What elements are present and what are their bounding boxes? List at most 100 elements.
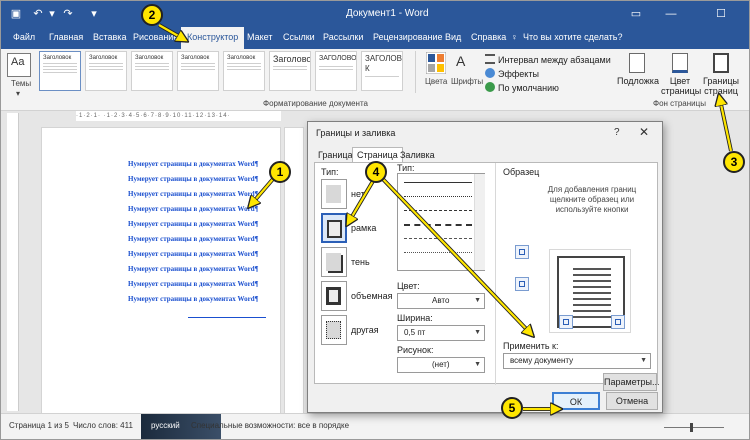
paragraph-spacing-button[interactable]: Интервал между абзацами <box>485 54 611 65</box>
setting-3d-label[interactable]: объемная <box>351 291 393 301</box>
chevron-down-icon[interactable]: ▾ <box>45 7 59 21</box>
save-icon[interactable]: ▣ <box>9 7 23 21</box>
setting-3d[interactable] <box>321 281 347 311</box>
line-style-dashed[interactable] <box>404 210 472 211</box>
page-color-button[interactable]: Цвет страницы <box>661 53 701 96</box>
tab-draw[interactable]: Рисование <box>133 32 178 42</box>
doc-paragraph[interactable]: Нумерует страницы в документах Word¶ <box>128 265 258 273</box>
preview-label: Образец <box>503 167 540 177</box>
tab-insert[interactable]: Вставка <box>93 32 126 42</box>
checkmark-icon <box>485 82 495 92</box>
accessibility-status[interactable]: Специальные возможности: все в порядке <box>191 421 349 430</box>
doc-paragraph[interactable]: Нумерует страницы в документах Word¶ <box>128 235 258 243</box>
setting-custom-label[interactable]: другая <box>351 325 379 335</box>
style-set-item[interactable]: Заголовок <box>39 51 81 91</box>
tab-design[interactable]: Конструктор <box>181 27 245 49</box>
doc-paragraph[interactable]: Нумерует страницы в документах Word¶ <box>128 280 258 288</box>
colors-icon[interactable] <box>426 52 446 74</box>
vertical-ruler <box>7 113 19 411</box>
tell-me-search[interactable]: Что вы хотите сделать? <box>523 32 623 42</box>
window-title: Документ1 - Word <box>346 8 429 19</box>
tab-mailings[interactable]: Рассылки <box>323 32 363 42</box>
cancel-button[interactable]: Отмена <box>606 392 658 410</box>
word-count[interactable]: Число слов: 411 <box>73 421 133 430</box>
width-select[interactable]: 0,5 пт ▼ <box>397 325 485 341</box>
ribbon-display-icon[interactable]: ▭ <box>629 7 643 21</box>
line-style-dash-dot-dot[interactable] <box>404 252 472 253</box>
page-borders-button[interactable]: Границы страниц <box>701 53 741 96</box>
tab-layout[interactable]: Макет <box>247 32 272 42</box>
zoom-slider[interactable] <box>664 427 724 428</box>
language-indicator[interactable]: русский <box>151 421 180 430</box>
tab-border[interactable]: Граница <box>318 150 353 160</box>
minimize-button[interactable]: — <box>656 5 686 23</box>
color-select[interactable]: Авто ▼ <box>397 293 485 309</box>
doc-paragraph[interactable]: Нумерует страницы в документах Word¶ <box>128 160 258 168</box>
tab-references[interactable]: Ссылки <box>283 32 315 42</box>
line-style-dash-large[interactable] <box>404 224 472 226</box>
setting-box-label[interactable]: рамка <box>351 223 376 233</box>
help-button[interactable]: ? <box>614 127 620 138</box>
undo-icon[interactable]: ↶ <box>31 7 45 21</box>
tab-help[interactable]: Справка <box>471 32 506 42</box>
doc-paragraph[interactable]: Нумерует страницы в документах Word¶ <box>128 250 258 258</box>
page-count[interactable]: Страница 1 из 5 <box>9 421 69 430</box>
page-borders-label: Границы страниц <box>703 76 739 96</box>
right-border-button[interactable] <box>611 315 625 329</box>
options-button[interactable]: Параметры... <box>603 373 659 391</box>
fonts-icon[interactable]: A <box>456 53 465 69</box>
top-border-button[interactable] <box>515 245 529 259</box>
setting-box[interactable] <box>321 213 347 243</box>
maximize-button[interactable]: ☐ <box>706 5 736 23</box>
apply-to-select[interactable]: всему документу ▼ <box>503 353 651 369</box>
tab-home[interactable]: Главная <box>49 32 83 42</box>
line-style-dash-dot[interactable] <box>404 238 472 239</box>
line-style-dotted[interactable] <box>404 196 472 197</box>
step-badge-2: 2 <box>141 4 163 26</box>
doc-paragraph[interactable]: Нумерует страницы в документах Word¶ <box>128 190 258 198</box>
ok-button[interactable]: ОК <box>552 392 600 410</box>
tab-shading[interactable]: Заливка <box>400 150 435 160</box>
doc-paragraph[interactable]: Нумерует страницы в документах Word¶ <box>128 295 258 303</box>
left-border-button[interactable] <box>559 315 573 329</box>
setting-none[interactable] <box>321 179 347 209</box>
list-scrollbar[interactable] <box>474 174 485 270</box>
tab-review[interactable]: Рецензирование <box>373 32 443 42</box>
setting-shadow-label[interactable]: тень <box>351 257 370 267</box>
redo-icon[interactable]: ↷ <box>61 7 75 21</box>
setting-shadow[interactable] <box>321 247 347 277</box>
setting-none-label[interactable]: нет <box>351 189 365 199</box>
customize-toolbar-icon[interactable]: ▾ <box>87 7 101 21</box>
doc-paragraph[interactable]: Нумерует страницы в документах Word¶ <box>128 175 258 183</box>
art-select[interactable]: (нет) ▼ <box>397 357 485 373</box>
line-style-list[interactable] <box>397 173 485 271</box>
doc-paragraph[interactable]: Нумерует страницы в документах Word¶ <box>128 220 258 228</box>
bottom-border-button[interactable] <box>515 277 529 291</box>
doc-paragraph[interactable]: Нумерует страницы в документах Word¶ <box>128 205 258 213</box>
dialog-close-button[interactable]: ✕ <box>639 125 649 139</box>
gallery-scroll[interactable] <box>415 51 423 93</box>
ribbon-tabs: Файл Главная Вставка Рисование Конструкт… <box>1 27 749 49</box>
tab-view[interactable]: Вид <box>445 32 461 42</box>
line-style-solid[interactable] <box>404 182 472 183</box>
effects-button[interactable]: Эффекты <box>485 68 539 79</box>
setting-custom[interactable] <box>321 315 347 345</box>
style-set-item[interactable]: ЗАГОЛОВОК <box>315 51 357 91</box>
zoom-slider-handle[interactable] <box>690 423 693 432</box>
style-set-item[interactable]: ЗАГОЛОВО К <box>361 51 403 91</box>
set-as-default-button[interactable]: По умолчанию <box>485 82 559 93</box>
style-set-item[interactable]: Заголовок <box>131 51 173 91</box>
tab-file[interactable]: Файл <box>13 32 35 42</box>
style-set-item[interactable]: Заголовок <box>85 51 127 91</box>
style-set-item[interactable]: Заголовок <box>223 51 265 91</box>
style-set-item[interactable]: Заголовок <box>177 51 219 91</box>
colors-label[interactable]: Цвета <box>425 77 447 86</box>
style-set-item[interactable]: Заголово <box>269 51 311 91</box>
watermark-button[interactable]: Подложка <box>617 53 659 86</box>
chevron-down-icon: ▼ <box>640 357 647 364</box>
setting-none-icon <box>326 185 341 203</box>
fonts-label[interactable]: Шрифты <box>451 77 483 86</box>
themes-button[interactable]: Aa <box>7 53 31 77</box>
document-page[interactable]: Нумерует страницы в документах Word¶ Нум… <box>41 127 281 427</box>
setting-shadow-icon <box>326 253 341 271</box>
